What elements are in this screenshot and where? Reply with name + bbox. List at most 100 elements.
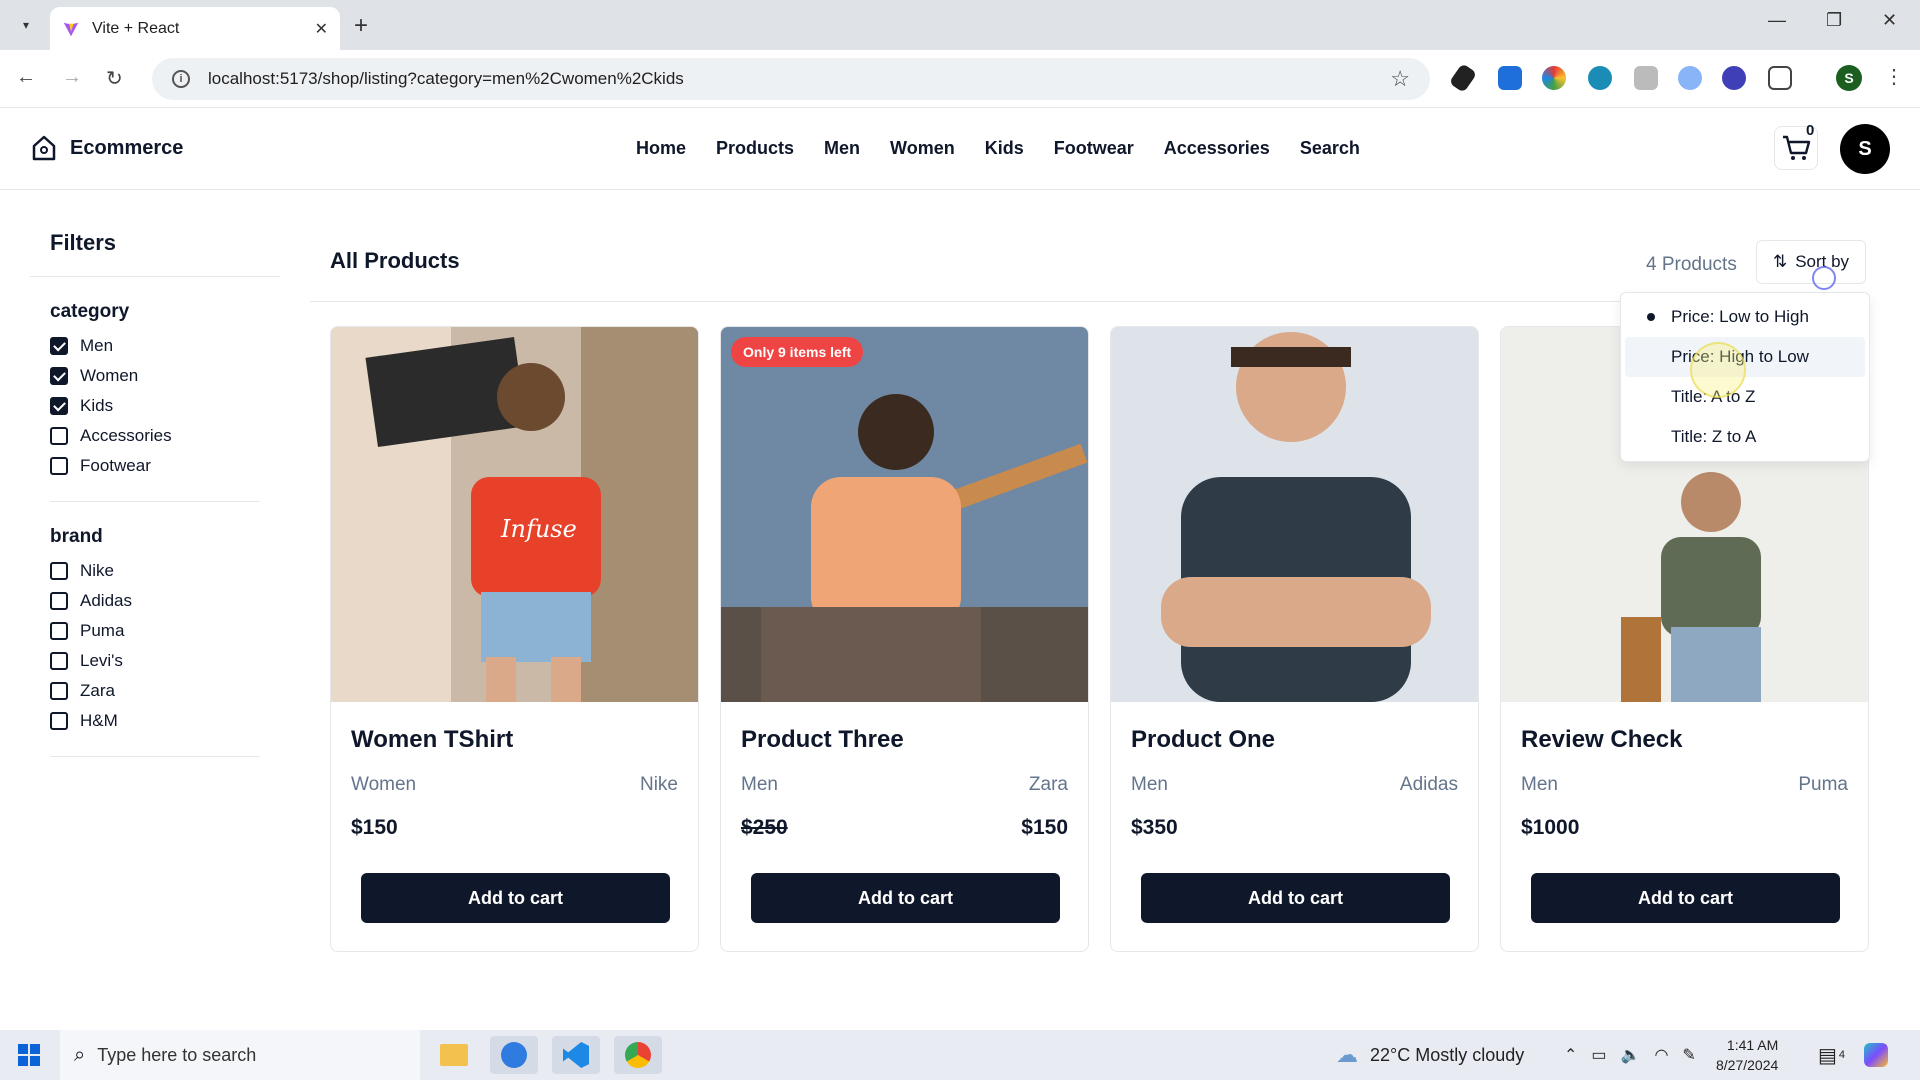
forward-icon[interactable]: → [62, 66, 82, 89]
filter-option-nike[interactable]: Nike [50, 556, 280, 586]
site-logo[interactable]: Ecommerce [30, 134, 183, 162]
notification-count: 4 [1838, 1049, 1846, 1061]
nav-kids[interactable]: Kids [985, 138, 1024, 159]
add-to-cart-button[interactable]: Add to cart [361, 873, 670, 923]
restore-button[interactable]: ❐ [1826, 10, 1842, 31]
nav-home[interactable]: Home [636, 138, 686, 159]
svg-text:Infuse: Infuse [500, 515, 577, 543]
notifications-icon[interactable]: ▤ 4 [1818, 1030, 1845, 1080]
filter-option-women[interactable]: Women [50, 361, 280, 391]
checkbox[interactable] [50, 397, 68, 415]
close-window-button[interactable]: ✕ [1882, 10, 1897, 31]
minimize-button[interactable]: — [1768, 10, 1786, 31]
add-to-cart-button[interactable]: Add to cart [1531, 873, 1840, 923]
product-card[interactable]: Product One Men Adidas $350 Add to cart [1110, 326, 1479, 952]
globe-extension-icon[interactable] [1588, 66, 1612, 90]
filter-option-men[interactable]: Men [50, 331, 280, 361]
taskbar-search-placeholder: Type here to search [97, 1044, 257, 1065]
product-image[interactable]: Only 9 items left [721, 327, 1088, 702]
vite-favicon-icon [63, 22, 79, 36]
product-title: Product Three [741, 726, 904, 753]
product-image[interactable]: Infuse [331, 327, 698, 702]
wifi-icon[interactable]: ◠ [1654, 1045, 1668, 1065]
checkbox[interactable] [50, 712, 68, 730]
address-bar[interactable]: i localhost:5173/shop/listing?category=m… [152, 58, 1430, 100]
puzzle-extensions-icon[interactable] [1768, 66, 1792, 90]
checkbox[interactable] [50, 367, 68, 385]
windows-start-icon[interactable] [18, 1044, 40, 1066]
volume-icon[interactable]: 🔈 [1621, 1045, 1641, 1065]
product-count: 4 Products [1646, 254, 1737, 275]
dark-extension-icon[interactable] [1722, 66, 1746, 90]
product-price: $350 [1131, 816, 1178, 839]
battery-icon[interactable]: ▭ [1591, 1045, 1606, 1065]
filter-option-levis[interactable]: Levi's [50, 646, 280, 676]
sort-by-button[interactable]: ⇅ Sort by [1756, 240, 1866, 284]
nav-search[interactable]: Search [1300, 138, 1360, 159]
checkbox[interactable] [50, 337, 68, 355]
brand-filter-group: brand Nike Adidas Puma Levi's Zara H&M [30, 502, 280, 756]
category-heading: category [50, 301, 130, 322]
sort-option-title-a-z[interactable]: Title: A to Z [1625, 377, 1865, 417]
copilot-icon[interactable] [1864, 1030, 1888, 1080]
product-brand: Puma [1798, 774, 1848, 795]
chrome-icon[interactable] [614, 1036, 662, 1074]
back-icon[interactable]: ← [16, 66, 36, 89]
url-text: localhost:5173/shop/listing?category=men… [208, 69, 684, 88]
bookmark-star-icon[interactable]: ☆ [1390, 66, 1410, 92]
product-card[interactable]: Only 9 items left Product Three Men Zara … [720, 326, 1089, 952]
checkbox[interactable] [50, 427, 68, 445]
nav-products[interactable]: Products [716, 138, 794, 159]
nav-women[interactable]: Women [890, 138, 955, 159]
close-tab-icon[interactable]: ✕ [315, 19, 328, 39]
filter-option-footwear[interactable]: Footwear [50, 451, 280, 481]
file-explorer-icon[interactable] [430, 1036, 478, 1074]
add-to-cart-button[interactable]: Add to cart [751, 873, 1060, 923]
sort-option-price-low-high[interactable]: Price: Low to High [1625, 297, 1865, 337]
pen-icon[interactable]: ✎ [1682, 1045, 1695, 1065]
weather-widget[interactable]: ☁ 22°C Mostly cloudy [1336, 1030, 1524, 1080]
filter-option-hm[interactable]: H&M [50, 706, 280, 736]
search-extension-icon[interactable] [1678, 66, 1702, 90]
product-category: Men [1131, 774, 1168, 795]
filter-option-adidas[interactable]: Adidas [50, 586, 280, 616]
site-info-icon[interactable]: i [172, 70, 190, 88]
chevron-up-icon[interactable]: ⌃ [1564, 1045, 1577, 1065]
user-avatar[interactable]: S [1840, 124, 1890, 174]
checkbox[interactable] [50, 592, 68, 610]
reload-icon[interactable]: ↻ [106, 66, 123, 91]
nav-men[interactable]: Men [824, 138, 860, 159]
product-brand: Nike [639, 774, 678, 795]
sort-option-title-z-a[interactable]: Title: Z to A [1625, 417, 1865, 457]
checkbox[interactable] [50, 457, 68, 475]
app-icon[interactable] [490, 1036, 538, 1074]
os-taskbar: ⌕ Type here to search ☁ 22°C Mostly clou… [0, 1030, 1920, 1080]
browser-tab[interactable]: Vite + React ✕ [50, 7, 340, 50]
nav-accessories[interactable]: Accessories [1164, 138, 1270, 159]
site-header: Ecommerce Home Products Men Women Kids F… [0, 108, 1920, 190]
add-to-cart-button[interactable]: Add to cart [1141, 873, 1450, 923]
vscode-icon[interactable] [552, 1036, 600, 1074]
taskbar-search[interactable]: ⌕ Type here to search [60, 1030, 420, 1080]
browser-profile-avatar[interactable]: S [1836, 65, 1862, 91]
checkbox[interactable] [50, 622, 68, 640]
nav-footwear[interactable]: Footwear [1054, 138, 1134, 159]
text-extension-icon[interactable] [1634, 66, 1658, 90]
checkbox[interactable] [50, 562, 68, 580]
filter-option-kids[interactable]: Kids [50, 391, 280, 421]
checkbox[interactable] [50, 652, 68, 670]
new-tab-button[interactable]: + [354, 12, 368, 40]
extension-icon[interactable] [1498, 66, 1522, 90]
eyedropper-extension-icon[interactable] [1448, 63, 1478, 93]
color-extension-icon[interactable] [1542, 66, 1566, 90]
filter-option-zara[interactable]: Zara [50, 676, 280, 706]
filter-option-accessories[interactable]: Accessories [50, 421, 280, 451]
browser-menu-icon[interactable]: ⋮ [1884, 64, 1904, 89]
clock[interactable]: 1:41 AM 8/27/2024 [1716, 1035, 1778, 1075]
checkbox[interactable] [50, 682, 68, 700]
filter-option-puma[interactable]: Puma [50, 616, 280, 646]
tab-search-dropdown[interactable]: ▾ [14, 13, 38, 37]
product-card[interactable]: Infuse Women TShirt Women Nike $150 Add t… [330, 326, 699, 952]
option-label: Zara [80, 681, 115, 700]
product-image[interactable] [1111, 327, 1478, 702]
